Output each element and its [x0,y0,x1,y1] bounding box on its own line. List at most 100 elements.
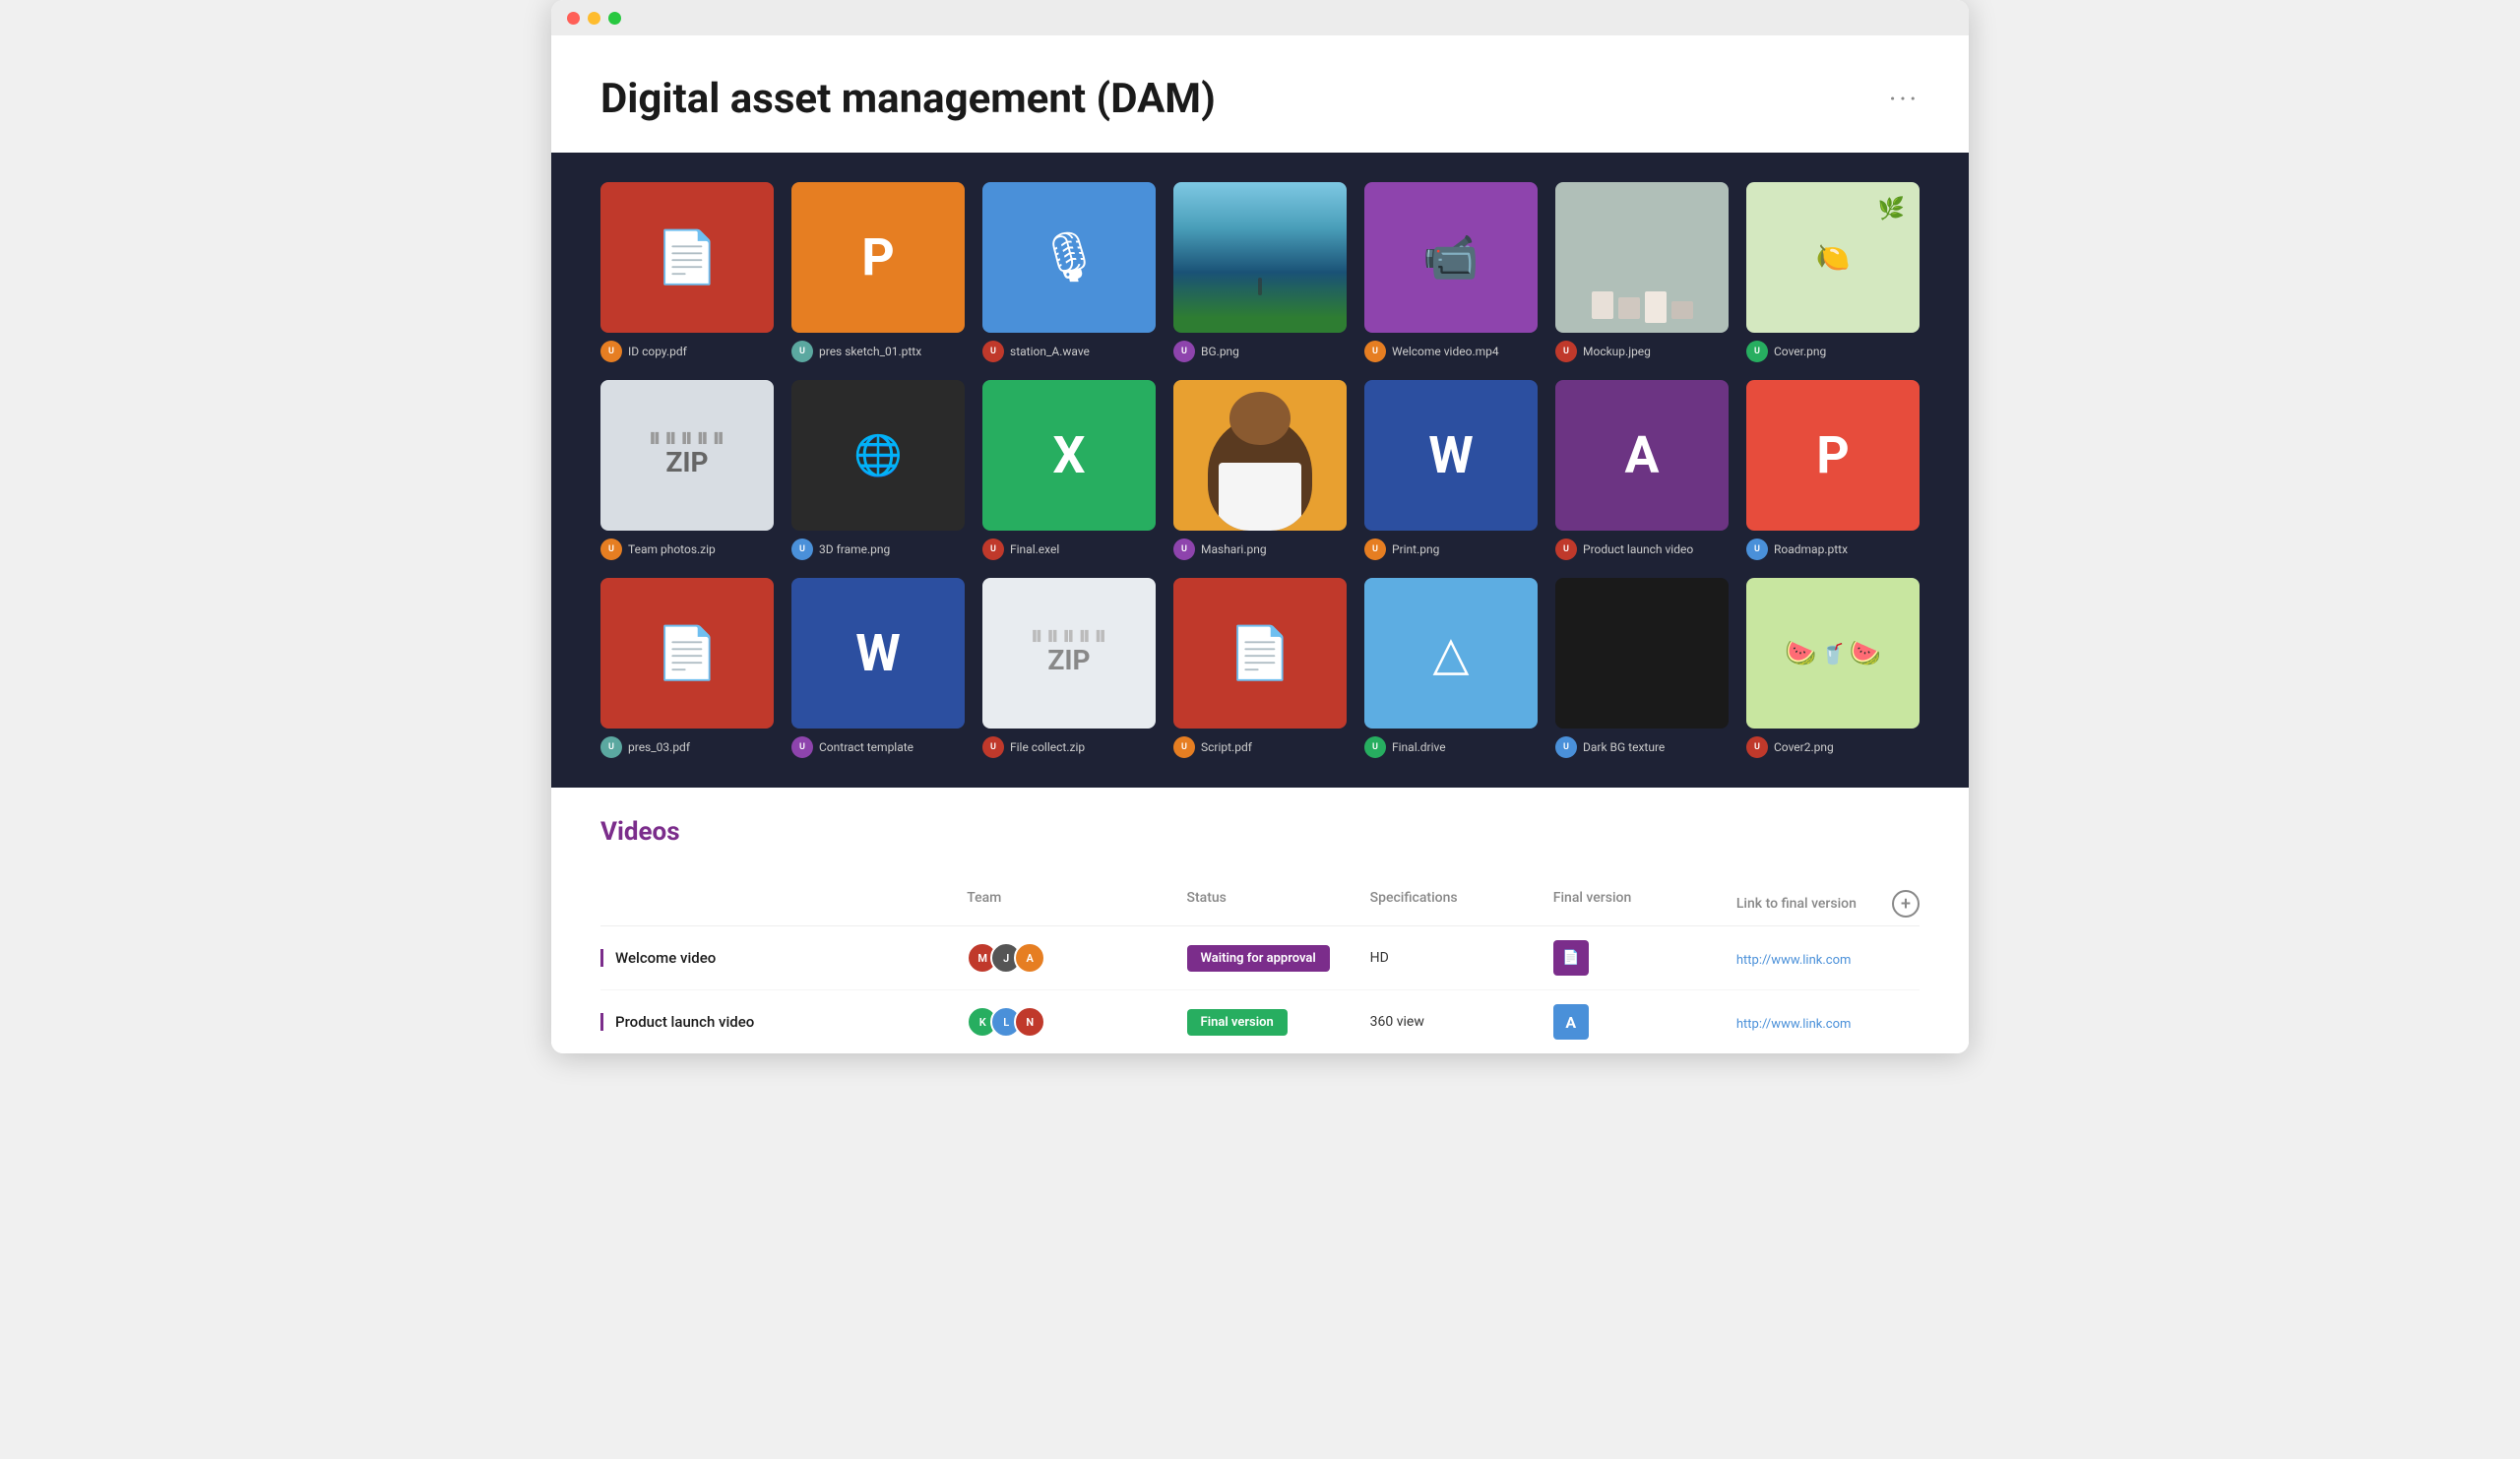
asset-label: U pres sketch_01.pttx [791,341,965,362]
table-row[interactable]: Product launch video K L N Final version… [600,990,1920,1053]
asset-grid: 📄 U ID copy.pdf P U pres sketch_01.pttx [600,182,1920,758]
asset-card[interactable]: W U Contract template [791,578,965,758]
asset-card[interactable]: 📄 U Script.pdf [1173,578,1347,758]
asset-label: U Mashari.png [1173,539,1347,560]
asset-card[interactable]: P U Roadmap.pttx [1746,380,1920,560]
asset-label: U Cover.png [1746,341,1920,362]
avatar: U [982,539,1004,560]
word2-icon: W [855,623,901,683]
avatar: U [1173,736,1195,758]
asset-card[interactable]: P U pres sketch_01.pttx [791,182,965,362]
asset-thumbnail: 📹 [1364,182,1538,333]
maximize-button[interactable] [608,12,621,25]
close-button[interactable] [567,12,580,25]
asset-thumbnail: A [1555,380,1729,531]
asset-card[interactable]: W U Print.png [1364,380,1538,560]
avatar: U [1746,341,1768,362]
asset-card[interactable]: ▐▌▐▌▐▌▐▌▐▌ ZIP U Team photos.zip [600,380,774,560]
table-row[interactable]: Welcome video M J A Waiting for approval… [600,926,1920,990]
team-avatar: N [1014,1006,1045,1038]
row-specs: HD [1370,950,1553,966]
asset-card[interactable]: 📄 U ID copy.pdf [600,182,774,362]
drive-icon: △ [1433,625,1470,681]
section-title: Videos [600,817,680,847]
avatar: U [791,736,813,758]
avatar: U [600,341,622,362]
more-options-button[interactable]: ··· [1889,83,1920,115]
row-final: 📄 [1553,940,1736,976]
asset-name: Cover.png [1774,345,1826,358]
pdf-icon: 📄 [656,227,720,287]
asset-thumbnail: X [982,380,1156,531]
avatar: U [982,736,1004,758]
asset-name: Roadmap.pttx [1774,542,1848,556]
add-row-button[interactable]: + [1892,890,1920,918]
asset-label: U Final.exel [982,539,1156,560]
final-file-icon[interactable]: A [1553,1004,1589,1040]
videos-section: Videos Team Status Specifications Final … [551,788,1969,1053]
asset-thumbnail: 🍉🥤🍉 [1746,578,1920,729]
asset-thumbnail: 🌐 [791,380,965,531]
col-header-status: Status [1187,890,1370,918]
pdf3-icon: 📄 [1228,623,1292,683]
section-header: Videos [600,817,1920,866]
mic-icon: 🎙 [1038,229,1100,286]
asset-card[interactable]: 📹 U Welcome video.mp4 [1364,182,1538,362]
asset-card[interactable]: U Mockup.jpeg [1555,182,1729,362]
row-specs: 360 view [1370,1014,1553,1030]
asset-card[interactable]: 📄 U pres_03.pdf [600,578,774,758]
row-final: A [1553,1004,1736,1040]
col-header-final: Final version [1553,890,1736,918]
asset-label: U Cover2.png [1746,736,1920,758]
avatar: U [1364,539,1386,560]
app-window: Digital asset management (DAM) ··· 📄 U I… [551,0,1969,1053]
asset-label: U BG.png [1173,341,1347,362]
asset-thumbnail: W [1364,380,1538,531]
avatar: U [1364,341,1386,362]
asset-card[interactable]: 🌐 U 3D frame.png [791,380,965,560]
status-badge: Waiting for approval [1187,945,1330,972]
header: Digital asset management (DAM) ··· [551,35,1969,153]
row-team: M J A [967,942,1186,974]
video-icon: 📹 [1422,231,1479,285]
avatar: U [791,539,813,560]
minimize-button[interactable] [588,12,600,25]
asset-thumbnail [1555,182,1729,333]
asset-card[interactable]: △ U Final.drive [1364,578,1538,758]
asset-card[interactable]: A U Product launch video [1555,380,1729,560]
final-file-icon[interactable]: 📄 [1553,940,1589,976]
asset-thumbnail: 🍋 🌿 [1746,182,1920,333]
avatar: U [600,539,622,560]
asset-thumbnail [1173,380,1347,531]
asset-label: U station_A.wave [982,341,1156,362]
asset-name: Print.png [1392,542,1439,556]
asset-grid-section: 📄 U ID copy.pdf P U pres sketch_01.pttx [551,153,1969,788]
asset-label: U Final.drive [1364,736,1538,758]
asset-card[interactable]: 🍉🥤🍉 U Cover2.png [1746,578,1920,758]
asset-card[interactable]: U Dark BG texture [1555,578,1729,758]
asset-thumbnail: ▐▌▐▌▐▌▐▌▐▌ ZIP [600,380,774,531]
avatar: U [600,736,622,758]
link-button[interactable]: http://www.link.com [1736,1017,1852,1032]
asset-card[interactable]: U Mashari.png [1173,380,1347,560]
asset-label: U Roadmap.pttx [1746,539,1920,560]
asset-name: BG.png [1201,345,1239,358]
asset-thumbnail: 📄 [600,578,774,729]
asset-name: station_A.wave [1010,345,1090,358]
asset-label: U 3D frame.png [791,539,965,560]
asset-name: Mashari.png [1201,542,1267,556]
asset-card[interactable]: X U Final.exel [982,380,1156,560]
video-name: Product launch video [615,1013,754,1031]
asset-label: U Product launch video [1555,539,1729,560]
titlebar [551,0,1969,35]
asset-card[interactable]: U BG.png [1173,182,1347,362]
asset-card[interactable]: 🎙 U station_A.wave [982,182,1156,362]
asset-thumbnail [1555,578,1729,729]
asset-name: Final.exel [1010,542,1059,556]
col-header-name [600,890,967,918]
link-button[interactable]: http://www.link.com [1736,953,1852,968]
row-team: K L N [967,1006,1186,1038]
asset-card[interactable]: 🍋 🌿 U Cover.png [1746,182,1920,362]
asset-card[interactable]: ▐▌▐▌▐▌▐▌▐▌ ZIP U File collect.zip [982,578,1156,758]
asset-name: Product launch video [1583,542,1693,556]
